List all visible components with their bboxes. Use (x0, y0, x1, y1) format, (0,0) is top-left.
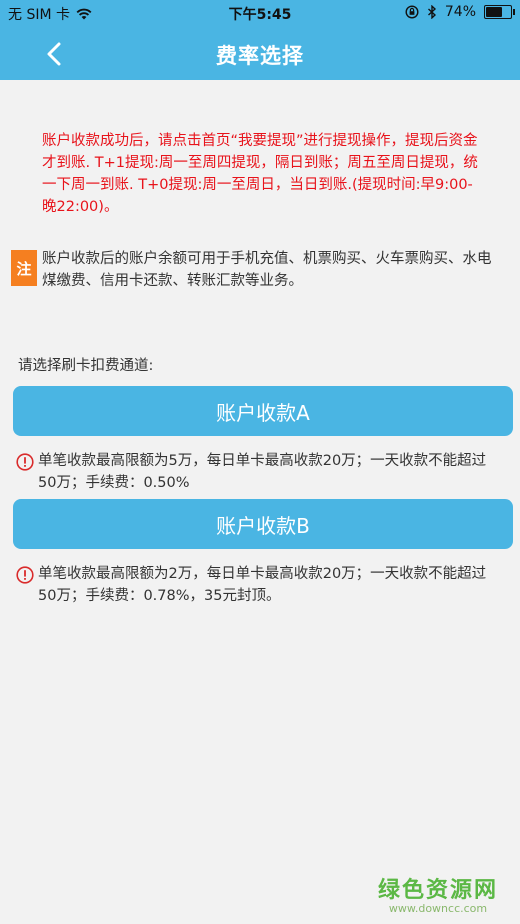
channel-b-description: 单笔收款最高限额为2万，每日单卡最高收款20万；一天收款不能超过50万；手续费：… (38, 566, 487, 604)
withdraw-notice: 账户收款成功后，请点击首页“我要提现”进行提现操作，提现后资金才到账. T+1提… (42, 133, 478, 215)
note-text: 账户收款后的账户余额可用于手机充值、机票购买、火车票购买、水电煤缴费、信用卡还款… (42, 251, 492, 289)
battery-percent: 74% (444, 4, 476, 20)
battery-icon (484, 5, 515, 19)
rotation-lock-icon (405, 5, 419, 19)
watermark-sub: www.downcc.com (388, 902, 488, 915)
channel-a-description: 单笔收款最高限额为5万，每日单卡最高收款20万；一天收款不能超过50万；手续费：… (38, 453, 487, 491)
bluetooth-icon (427, 5, 436, 19)
status-right: 74% (405, 4, 515, 20)
channel-a-info: 单笔收款最高限额为5万，每日单卡最高收款20万；一天收款不能超过50万；手续费：… (16, 450, 496, 494)
choose-channel-label: 请选择刷卡扣费通道: (18, 358, 154, 374)
channel-b-info: 单笔收款最高限额为2万，每日单卡最高收款20万；一天收款不能超过50万；手续费：… (16, 563, 496, 607)
nav-bar: 费率选择 (0, 28, 520, 80)
watermark: 绿色资源网 www.downcc.com (378, 872, 498, 915)
note-badge: 注 (11, 250, 37, 286)
warning-icon (16, 566, 34, 584)
page-title: 费率选择 (216, 44, 304, 68)
battery-fill (486, 7, 502, 17)
warning-icon (16, 453, 34, 471)
status-bar: 无 SIM 卡 下午5:45 74% (0, 0, 520, 28)
channel-a-button[interactable]: 账户收款A (13, 386, 513, 436)
top-area: 无 SIM 卡 下午5:45 74% 费率选择 (0, 0, 520, 80)
channel-b-button[interactable]: 账户收款B (13, 499, 513, 549)
watermark-main: 绿色资源网 (377, 878, 498, 903)
